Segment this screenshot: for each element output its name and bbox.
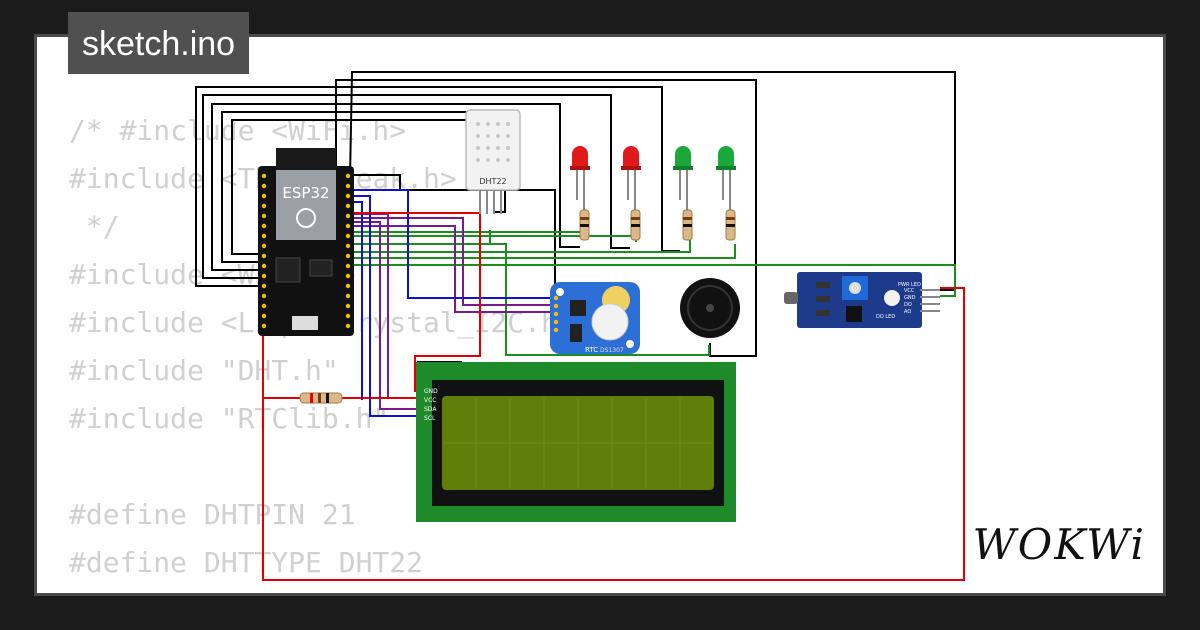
resistor-horizontal: [299, 392, 343, 404]
lcd-display[interactable]: GND VCC SDA SCL: [416, 362, 736, 522]
wokwi-logo: WOKWi: [972, 520, 1146, 569]
lcd-pin-label-2: SDA: [424, 406, 437, 413]
led-green-1[interactable]: [673, 146, 693, 210]
lcd-pin-label-0: GND: [424, 388, 438, 395]
flame-pin-label-3: AO: [904, 309, 911, 315]
esp32-board[interactable]: ESP32: [258, 148, 354, 336]
flame-led-label-1: DO LED: [876, 314, 895, 320]
flame-pin-label-1: GND: [904, 295, 916, 301]
flame-sensor[interactable]: PWR LED DO LED VCC GND DO AO: [784, 272, 940, 328]
file-tab[interactable]: sketch.ino: [68, 12, 250, 74]
rtc-module[interactable]: RTC DS1307: [550, 282, 640, 354]
rtc-sub-label: DS1307: [600, 347, 624, 354]
led-red-1[interactable]: [570, 146, 590, 210]
esp32-label: ESP32: [282, 184, 329, 202]
ir-receiver-icon: [784, 292, 798, 304]
flame-pin-label-0: VCC: [904, 288, 915, 294]
rtc-label: RTC: [585, 346, 598, 354]
lcd-pin-label-3: SCL: [424, 415, 436, 422]
lcd-pin-label-1: VCC: [424, 397, 436, 404]
dht22-sensor[interactable]: DHT22: [465, 109, 521, 214]
usb-port-icon: [292, 316, 318, 330]
flame-pin-label-2: DO: [904, 302, 912, 308]
led-red-2[interactable]: [621, 146, 641, 210]
led-green-2[interactable]: [716, 146, 736, 210]
dht22-label: DHT22: [479, 177, 506, 186]
buzzer[interactable]: [680, 278, 740, 338]
